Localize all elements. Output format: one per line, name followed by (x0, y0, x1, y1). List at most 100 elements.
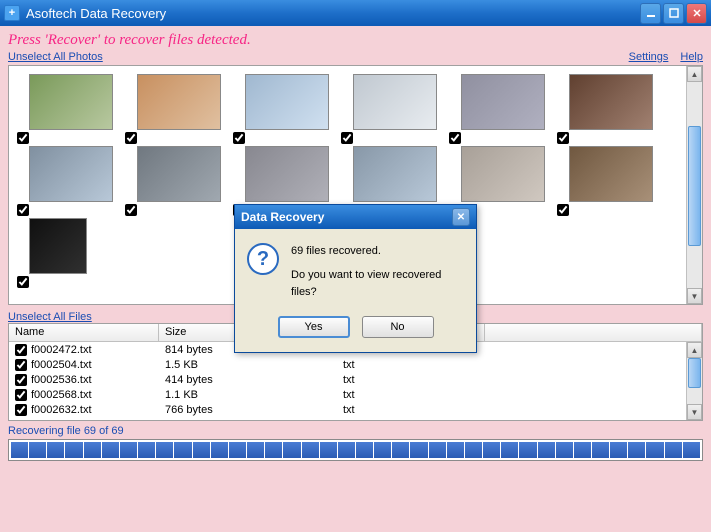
file-checkbox[interactable] (15, 359, 27, 371)
recovery-dialog: Data Recovery ✕ ? 69 files recovered. Do… (234, 204, 477, 353)
photo-thumbnail[interactable] (461, 146, 545, 202)
close-button[interactable] (686, 3, 707, 24)
unselect-files-link[interactable]: Unselect All Files (8, 311, 92, 323)
no-button[interactable]: No (362, 316, 434, 338)
photo-thumbnail[interactable] (461, 74, 545, 130)
photo-checkbox[interactable] (125, 204, 137, 216)
photo-checkbox[interactable] (17, 204, 29, 216)
photo-checkbox[interactable] (125, 132, 137, 144)
progress-segment (519, 442, 536, 458)
file-size: 766 bytes (159, 404, 337, 416)
photo-checkbox[interactable] (17, 276, 29, 288)
file-ext: txt (337, 374, 485, 386)
table-row[interactable]: f0002536.txt414 bytestxt (9, 372, 702, 387)
progress-segment (84, 442, 101, 458)
photo-thumbnail[interactable] (29, 218, 87, 274)
scroll-down-icon[interactable]: ▼ (687, 288, 702, 304)
scroll-thumb[interactable] (688, 126, 701, 246)
col-header-name[interactable]: Name (9, 324, 159, 341)
progress-segment (229, 442, 246, 458)
photo-scrollbar[interactable]: ▲ ▼ (686, 66, 702, 304)
photo-checkbox[interactable] (557, 132, 569, 144)
photo-item[interactable] (229, 72, 337, 144)
scroll-up-icon[interactable]: ▲ (687, 66, 702, 82)
photo-item[interactable] (553, 72, 661, 144)
table-row[interactable]: f0002568.txt1.1 KBtxt (9, 387, 702, 402)
photo-thumbnail[interactable] (353, 146, 437, 202)
photo-thumbnail[interactable] (353, 74, 437, 130)
photo-item[interactable] (121, 144, 229, 216)
progress-segment (574, 442, 591, 458)
file-size: 1.5 KB (159, 359, 337, 371)
progress-segment (247, 442, 264, 458)
file-ext: txt (337, 404, 485, 416)
table-row[interactable]: f0002504.txt 1.5 KBtxt (9, 357, 702, 372)
photo-thumbnail[interactable] (137, 74, 221, 130)
photo-thumbnail[interactable] (29, 74, 113, 130)
progress-segment (447, 442, 464, 458)
photo-checkbox[interactable] (557, 204, 569, 216)
minimize-button[interactable] (640, 3, 661, 24)
photo-item[interactable] (445, 72, 553, 144)
progress-segment (356, 442, 373, 458)
photo-thumbnail[interactable] (245, 146, 329, 202)
photo-thumbnail[interactable] (569, 74, 653, 130)
col-header-blank (485, 324, 702, 341)
progress-segment (556, 442, 573, 458)
file-name: f0002568.txt (31, 389, 92, 401)
file-ext: txt (337, 389, 485, 401)
dialog-close-button[interactable]: ✕ (452, 208, 470, 226)
yes-button[interactable]: Yes (278, 316, 350, 338)
photo-item[interactable] (13, 72, 121, 144)
photo-checkbox[interactable] (17, 132, 29, 144)
app-icon: + (4, 5, 20, 21)
progress-segment (374, 442, 391, 458)
file-name: f0002504.txt (31, 359, 92, 371)
photo-item[interactable] (121, 72, 229, 144)
file-name: f0002632.txt (31, 404, 92, 416)
scroll-up-icon[interactable]: ▲ (687, 342, 702, 358)
photo-checkbox[interactable] (233, 132, 245, 144)
photo-thumbnail[interactable] (245, 74, 329, 130)
progress-segment (410, 442, 427, 458)
progress-segment (320, 442, 337, 458)
photo-checkbox[interactable] (341, 132, 353, 144)
file-checkbox[interactable] (15, 389, 27, 401)
question-icon: ? (247, 243, 279, 275)
dialog-line1: 69 files recovered. (291, 243, 464, 261)
file-ext: txt (337, 359, 485, 371)
unselect-photos-link[interactable]: Unselect All Photos (8, 51, 103, 63)
file-checkbox[interactable] (15, 374, 27, 386)
progress-segment (465, 442, 482, 458)
help-link[interactable]: Help (680, 51, 703, 63)
dialog-line2: Do you want to view recovered files? (291, 267, 464, 302)
photo-thumbnail[interactable] (137, 146, 221, 202)
dialog-title-text: Data Recovery (241, 210, 324, 224)
photo-item[interactable] (337, 72, 445, 144)
progress-segment (501, 442, 518, 458)
photo-thumbnail[interactable] (29, 146, 113, 202)
photo-checkbox[interactable] (449, 132, 461, 144)
progress-segment (483, 442, 500, 458)
progress-segment (429, 442, 446, 458)
settings-link[interactable]: Settings (629, 51, 669, 63)
progress-segment (665, 442, 682, 458)
progress-segment (65, 442, 82, 458)
file-checkbox[interactable] (15, 404, 27, 416)
status-text: Recovering file 69 of 69 (8, 425, 703, 437)
photo-item[interactable] (13, 216, 121, 288)
table-row[interactable]: f0002632.txt 766 bytestxt (9, 402, 702, 417)
progress-segment (265, 442, 282, 458)
maximize-button[interactable] (663, 3, 684, 24)
scroll-down-icon[interactable]: ▼ (687, 404, 702, 420)
photo-item[interactable] (553, 144, 661, 216)
file-name: f0002472.txt (31, 344, 92, 356)
file-checkbox[interactable] (15, 344, 27, 356)
file-scrollbar[interactable]: ▲ ▼ (686, 342, 702, 420)
progress-segment (193, 442, 210, 458)
progress-segment (592, 442, 609, 458)
progress-segment (628, 442, 645, 458)
scroll-thumb[interactable] (688, 358, 701, 388)
photo-item[interactable] (13, 144, 121, 216)
photo-thumbnail[interactable] (569, 146, 653, 202)
